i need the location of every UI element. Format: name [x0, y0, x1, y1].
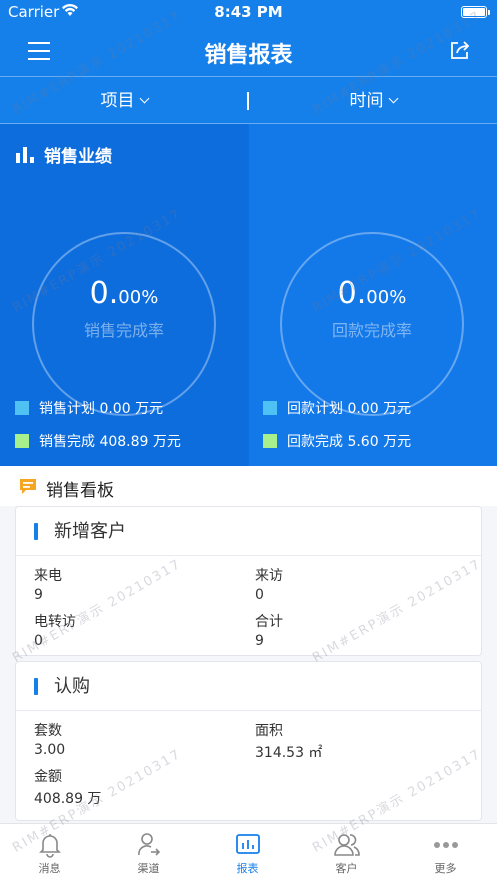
payment-half: 0.00% 回款完成率 回款计划 0.00 万元 回款完成 5.60 万元	[249, 124, 497, 466]
status-bar: Carrier 8:43 PM	[0, 0, 497, 26]
board-icon	[20, 479, 36, 494]
sales-board-header: 销售看板	[0, 466, 497, 506]
done-color-swatch	[15, 434, 29, 448]
payment-completion-label: 回款完成率	[331, 321, 412, 340]
page-title: 销售报表	[204, 43, 293, 68]
total-stat: 合计 9	[255, 614, 283, 649]
area-stat: 面积 314.53 ㎡	[255, 723, 323, 761]
plan-color-swatch	[15, 401, 29, 415]
chevron-down-icon	[139, 93, 149, 104]
new-customers-title: 新增客户	[16, 507, 481, 556]
sales-plan-legend: 销售计划 0.00 万元	[15, 398, 163, 418]
tab-messages-label: 消息	[38, 862, 61, 875]
customers-icon	[333, 834, 360, 856]
tab-more-label: 更多	[434, 862, 457, 875]
performance-heading: 销售业绩	[16, 142, 112, 167]
filter-bar: 项目 时间	[0, 76, 497, 124]
report-icon	[235, 834, 260, 854]
sets-stat: 套数 3.00	[34, 723, 66, 758]
done-color-swatch	[263, 434, 277, 448]
payment-completion-ring: 0.00% 回款完成率	[280, 232, 464, 416]
new-customers-card: 新增客户 来电 9 来访 0 电转访 0 合计 9	[15, 506, 482, 656]
plan-color-swatch	[263, 401, 277, 415]
user-arrow-icon	[137, 833, 160, 856]
payment-plan-legend: 回款计划 0.00 万元	[263, 398, 411, 418]
bottom-tab-bar: 消息 渠道 报表 客户 更多	[0, 823, 497, 883]
amount-stat: 金额 408.89 万	[34, 769, 102, 807]
tab-reports[interactable]: 报表	[198, 824, 297, 883]
visit-stat: 来访 0	[255, 568, 283, 603]
bar-chart-icon	[16, 147, 36, 163]
project-filter-label: 项目	[100, 91, 135, 111]
time-filter-tab[interactable]: 时间	[249, 77, 497, 125]
tab-channels[interactable]: 渠道	[99, 824, 198, 883]
sales-completion-value: 0.00%	[89, 276, 159, 311]
call-stat: 来电 9	[34, 568, 62, 603]
payment-completion-value: 0.00%	[337, 276, 407, 311]
payment-done-legend: 回款完成 5.60 万元	[263, 431, 411, 451]
chevron-down-icon	[388, 93, 398, 104]
sales-half: 销售业绩 0.00% 销售完成率 销售计划 0.00 万元 销售完成 408.8…	[0, 124, 248, 466]
sales-board-title: 销售看板	[46, 481, 114, 501]
performance-heading-text: 销售业绩	[44, 147, 112, 167]
tab-messages[interactable]: 消息	[0, 824, 99, 883]
tab-customers-label: 客户	[335, 862, 358, 875]
time-filter-label: 时间	[349, 91, 384, 111]
transfer-stat: 电转访 0	[34, 614, 76, 649]
tab-channels-label: 渠道	[137, 862, 160, 875]
sales-completion-label: 销售完成率	[83, 321, 164, 340]
tab-customers[interactable]: 客户	[297, 824, 396, 883]
clock: 8:43 PM	[214, 3, 283, 21]
subscription-card: 认购 套数 3.00 面积 314.53 ㎡ 金额 408.89 万	[15, 661, 482, 821]
tab-more[interactable]: 更多	[396, 824, 495, 883]
tab-reports-label: 报表	[236, 862, 259, 875]
bell-icon	[38, 834, 61, 858]
subscription-title: 认购	[16, 662, 481, 711]
more-icon	[433, 842, 458, 848]
share-icon[interactable]	[449, 39, 471, 61]
sales-performance-panel: 销售业绩 0.00% 销售完成率 销售计划 0.00 万元 销售完成 408.8…	[0, 124, 497, 466]
nav-bar: 销售报表	[0, 26, 497, 76]
sales-done-legend: 销售完成 408.89 万元	[15, 431, 181, 451]
project-filter-tab[interactable]: 项目	[0, 77, 248, 125]
sales-completion-ring: 0.00% 销售完成率	[32, 232, 216, 416]
battery-icon	[461, 6, 490, 18]
